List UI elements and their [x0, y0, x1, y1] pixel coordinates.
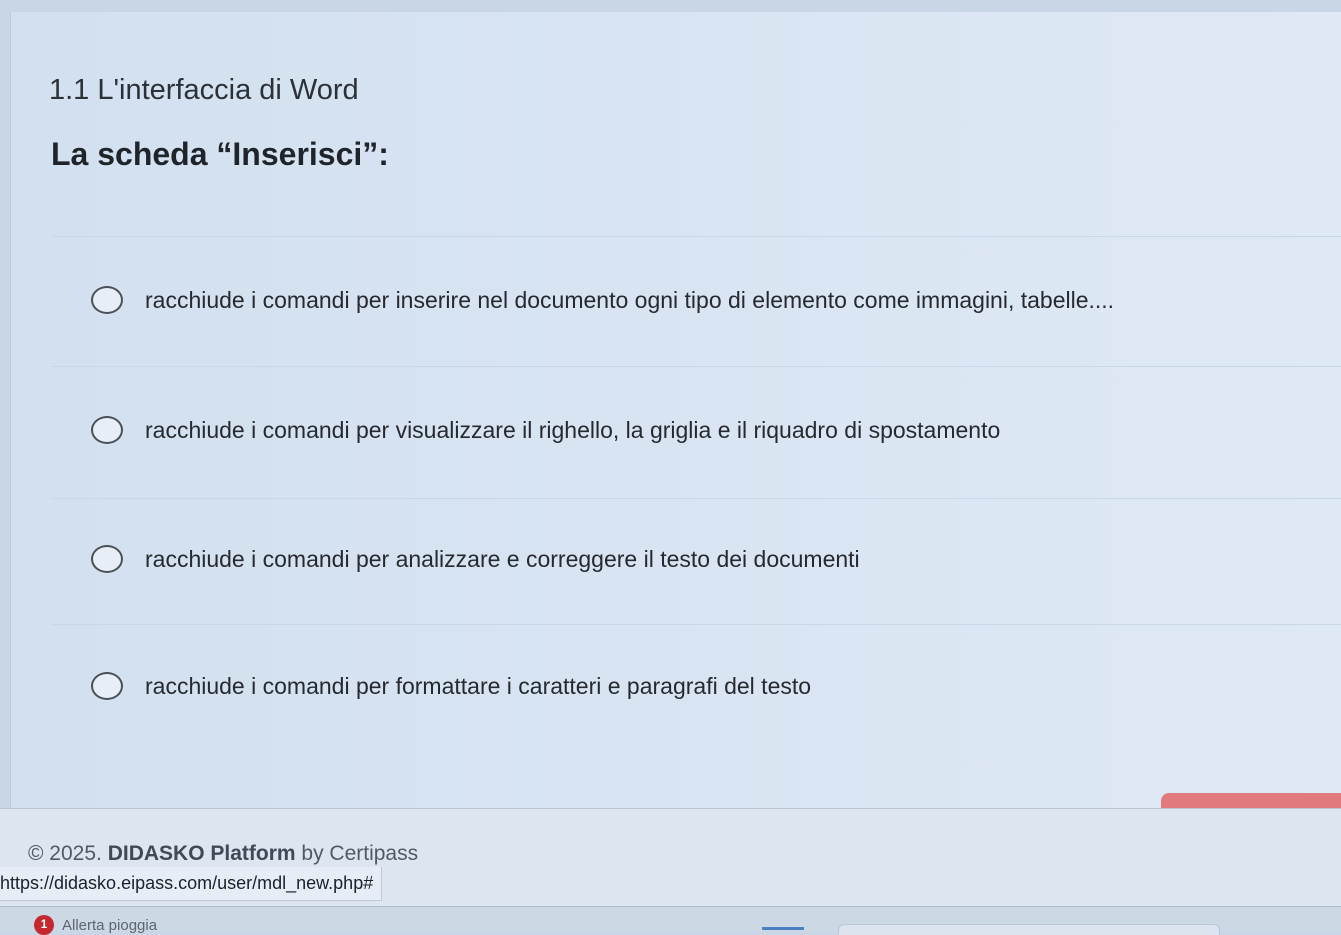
answer-option-label: racchiude i comandi per formattare i car… — [145, 672, 812, 699]
weather-widget-text[interactable]: Allerta pioggia — [62, 917, 157, 934]
status-bar-url: https://didasko.eipass.com/user/mdl_new.… — [0, 867, 383, 901]
copyright-prefix: © 2025. — [28, 842, 102, 865]
radio-button[interactable] — [91, 672, 123, 700]
quiz-card: 1.1 L'interfaccia di Word La scheda “Ins… — [10, 12, 1341, 808]
divider — [51, 624, 1341, 625]
answer-option[interactable]: racchiude i comandi per inserire nel doc… — [91, 280, 1114, 320]
divider — [51, 366, 1341, 367]
radio-button[interactable] — [91, 286, 123, 314]
radio-button[interactable] — [91, 416, 123, 444]
answer-option[interactable]: racchiude i comandi per visualizzare il … — [91, 410, 1000, 450]
radio-button[interactable] — [91, 545, 123, 573]
copyright-suffix: by Certipass — [301, 842, 419, 865]
divider — [51, 498, 1341, 499]
answer-option-label: racchiude i comandi per visualizzare il … — [145, 416, 1001, 443]
answer-option-label: racchiude i comandi per inserire nel doc… — [145, 286, 1115, 313]
copyright-text: © 2025. DIDASKO Platform by Certipass — [28, 842, 418, 866]
divider — [51, 236, 1341, 237]
taskbar: 1 Allerta pioggia — [0, 906, 1341, 935]
weather-alert-badge[interactable]: 1 — [34, 915, 54, 935]
answer-option[interactable]: racchiude i comandi per formattare i car… — [91, 666, 811, 706]
brand-link[interactable]: DIDASKO Platform — [108, 842, 296, 865]
answer-option-label: racchiude i comandi per analizzare e cor… — [145, 545, 860, 572]
question-text: La scheda “Inserisci”: — [51, 136, 389, 172]
answer-option[interactable]: racchiude i comandi per analizzare e cor… — [91, 539, 860, 579]
section-title: 1.1 L'interfaccia di Word — [49, 74, 359, 106]
